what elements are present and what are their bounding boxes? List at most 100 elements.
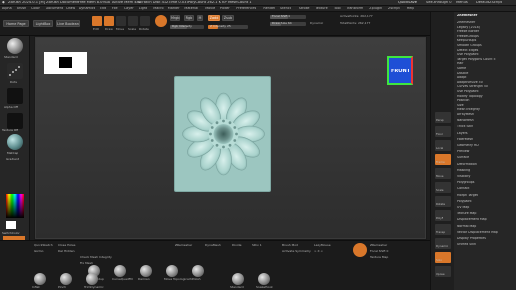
- menu-item-zplugin[interactable]: Zplugin: [369, 7, 382, 10]
- tool-button-frame[interactable]: Frame: [435, 154, 451, 165]
- tool-button-scale[interactable]: Scale: [435, 182, 451, 193]
- tool-palette-item[interactable]: Polypaint: [457, 200, 515, 205]
- menu-item-preferences[interactable]: Preferences: [236, 7, 256, 10]
- texture-map-button[interactable]: Texture Map: [370, 256, 388, 259]
- tool-palette-item[interactable]: Morph Target: [457, 194, 515, 199]
- material-icon[interactable]: [155, 15, 167, 27]
- draw-button[interactable]: [104, 16, 114, 26]
- del-hidden-button[interactable]: Del Hidden: [58, 250, 75, 253]
- menu-item-layer[interactable]: Layer: [124, 7, 133, 10]
- menu-item-zscript[interactable]: Zscript: [388, 7, 400, 10]
- menu-item-macro[interactable]: Macro: [153, 7, 163, 10]
- zadd-button[interactable]: Zadd: [208, 15, 220, 21]
- rgb-intensity-slider[interactable]: Rgb Intensity: [170, 25, 204, 29]
- tool-palette-item[interactable]: Vector Displacement Map: [457, 231, 515, 236]
- tool-palette-item[interactable]: FiberMesh: [457, 138, 515, 143]
- menu-item-alpha[interactable]: Alpha: [2, 7, 12, 10]
- tool-button-persp[interactable]: Persp: [435, 112, 451, 123]
- default-zscript-button[interactable]: DefaultZScript: [476, 1, 502, 5]
- move-button[interactable]: [116, 16, 126, 26]
- menu-item-light[interactable]: Light: [139, 7, 147, 10]
- menu-item-tool[interactable]: Tool: [334, 7, 341, 10]
- tool-palette-item[interactable]: Display Properties: [457, 237, 515, 242]
- menu-item-transform[interactable]: Transform: [346, 7, 363, 10]
- divide-button[interactable]: Divide: [232, 244, 242, 247]
- sculpt-canvas[interactable]: [174, 76, 271, 192]
- tool-button-xpose[interactable]: Xpose: [435, 266, 451, 277]
- tool-palette-item[interactable]: Thick Skin: [457, 125, 515, 130]
- brush-icon[interactable]: [60, 273, 72, 285]
- quicksave-button[interactable]: QuickSave: [398, 1, 417, 5]
- mrgb-button[interactable]: Mrgb: [170, 15, 180, 21]
- rotate-button[interactable]: [140, 16, 150, 26]
- subdiv-slider[interactable]: SDiv 1: [252, 244, 262, 247]
- dots-stroke-icon[interactable]: [7, 63, 23, 79]
- menu-item-brush[interactable]: Brush: [17, 7, 27, 10]
- quick-sketch-button[interactable]: QuickSketch: [34, 244, 53, 247]
- home-page-button[interactable]: Home Page: [3, 20, 29, 27]
- brush-icon[interactable]: [86, 273, 98, 285]
- check-mesh-integrity-button[interactable]: Check Mesh Integrity: [80, 256, 112, 259]
- menu-item-help[interactable]: Help: [407, 7, 415, 10]
- tool-button-floor[interactable]: Floor: [435, 126, 451, 137]
- tool-palette-item[interactable]: Contact: [457, 187, 515, 192]
- focal-shift-bottom[interactable]: Focal Shift 0: [370, 250, 388, 253]
- tool-palette-item[interactable]: NanoMesh: [457, 119, 515, 124]
- menu-item-material[interactable]: Material: [184, 7, 198, 10]
- tool-palette-item[interactable]: Unified Skin: [457, 243, 515, 248]
- menus-toggle[interactable]: Menus: [456, 1, 468, 5]
- dynamesh-button[interactable]: DynaMesh: [205, 244, 221, 247]
- brush-icon[interactable]: [114, 265, 126, 277]
- tool-palette-item[interactable]: Layers: [457, 132, 515, 137]
- menu-item-stencil[interactable]: Stencil: [280, 7, 291, 10]
- tool-button-polyf[interactable]: PolyF: [435, 210, 451, 221]
- edit-button[interactable]: [92, 16, 102, 26]
- brush-mod-slider[interactable]: Brush Mod: [282, 244, 298, 247]
- menu-item-picker[interactable]: Picker: [220, 7, 230, 10]
- tool-button-move[interactable]: Move: [435, 168, 451, 179]
- tool-button-transp[interactable]: Transp: [435, 224, 451, 235]
- zremesher-orange-icon[interactable]: [353, 243, 367, 257]
- draw-size-slider[interactable]: Draw Size 64: [270, 22, 306, 26]
- focal-shift-slider[interactable]: Focal Shift 0: [270, 15, 306, 19]
- tool-palette-item[interactable]: Surface: [457, 156, 515, 161]
- tool-palette-item[interactable]: Polygroups: [457, 181, 515, 186]
- menu-item-texture[interactable]: Texture: [315, 7, 327, 10]
- color-picker[interactable]: [6, 194, 24, 218]
- tool-palette-item[interactable]: Geometry HD: [457, 144, 515, 149]
- tool-palette-item[interactable]: ArrayMesh: [457, 113, 515, 118]
- alpha-icon[interactable]: [7, 88, 23, 104]
- scale-button[interactable]: [128, 16, 138, 26]
- rgb-button[interactable]: Rgb: [184, 15, 194, 21]
- tool-button-dynamic[interactable]: Dynamic: [435, 238, 451, 249]
- tool-button-local[interactable]: Local: [435, 140, 451, 151]
- menu-item-file[interactable]: File: [112, 7, 118, 10]
- tool-palette-item[interactable]: UV Map: [457, 206, 515, 211]
- menu-item-document[interactable]: Document: [46, 7, 64, 10]
- lazymouse-toggle[interactable]: LazyMouse: [314, 244, 331, 247]
- menu-item-movie[interactable]: Movie: [205, 7, 215, 10]
- tool-palette-item[interactable]: Normal Map: [457, 225, 515, 230]
- tool-palette-item[interactable]: Masking: [457, 169, 515, 174]
- brush-icon[interactable]: [140, 265, 152, 277]
- matcap-material-icon[interactable]: [7, 134, 23, 150]
- switch-color-label[interactable]: SwitchColor: [2, 232, 20, 235]
- brush-icon[interactable]: [166, 265, 178, 277]
- zremesher-button[interactable]: ZRemesher: [175, 244, 192, 247]
- tool-button-solo[interactable]: Solo: [435, 252, 451, 263]
- brush-icon[interactable]: [232, 273, 244, 285]
- tool-palette-item[interactable]: Deformation: [457, 163, 515, 168]
- dynamic-toggle[interactable]: Dynamic: [310, 22, 323, 25]
- m-button[interactable]: M: [197, 15, 203, 21]
- tool-palette-item[interactable]: Displacement Map: [457, 218, 515, 223]
- main-color-swatch[interactable]: [6, 221, 16, 229]
- tool-palette-item[interactable]: Visibility: [457, 175, 515, 180]
- tool-button-rotate[interactable]: Rotate: [435, 196, 451, 207]
- seethrough-slider[interactable]: See-through 0: [426, 1, 452, 5]
- menu-item-color[interactable]: Color: [31, 7, 40, 10]
- menu-item-draw[interactable]: Draw: [66, 7, 75, 10]
- menu-item-dynamics[interactable]: Dynamics: [79, 7, 96, 10]
- navigation-thumbnail[interactable]: [44, 52, 87, 74]
- menu-item-marker[interactable]: Marker: [168, 7, 180, 10]
- z-intensity-slider[interactable]: Z Intensity 25: [208, 25, 248, 29]
